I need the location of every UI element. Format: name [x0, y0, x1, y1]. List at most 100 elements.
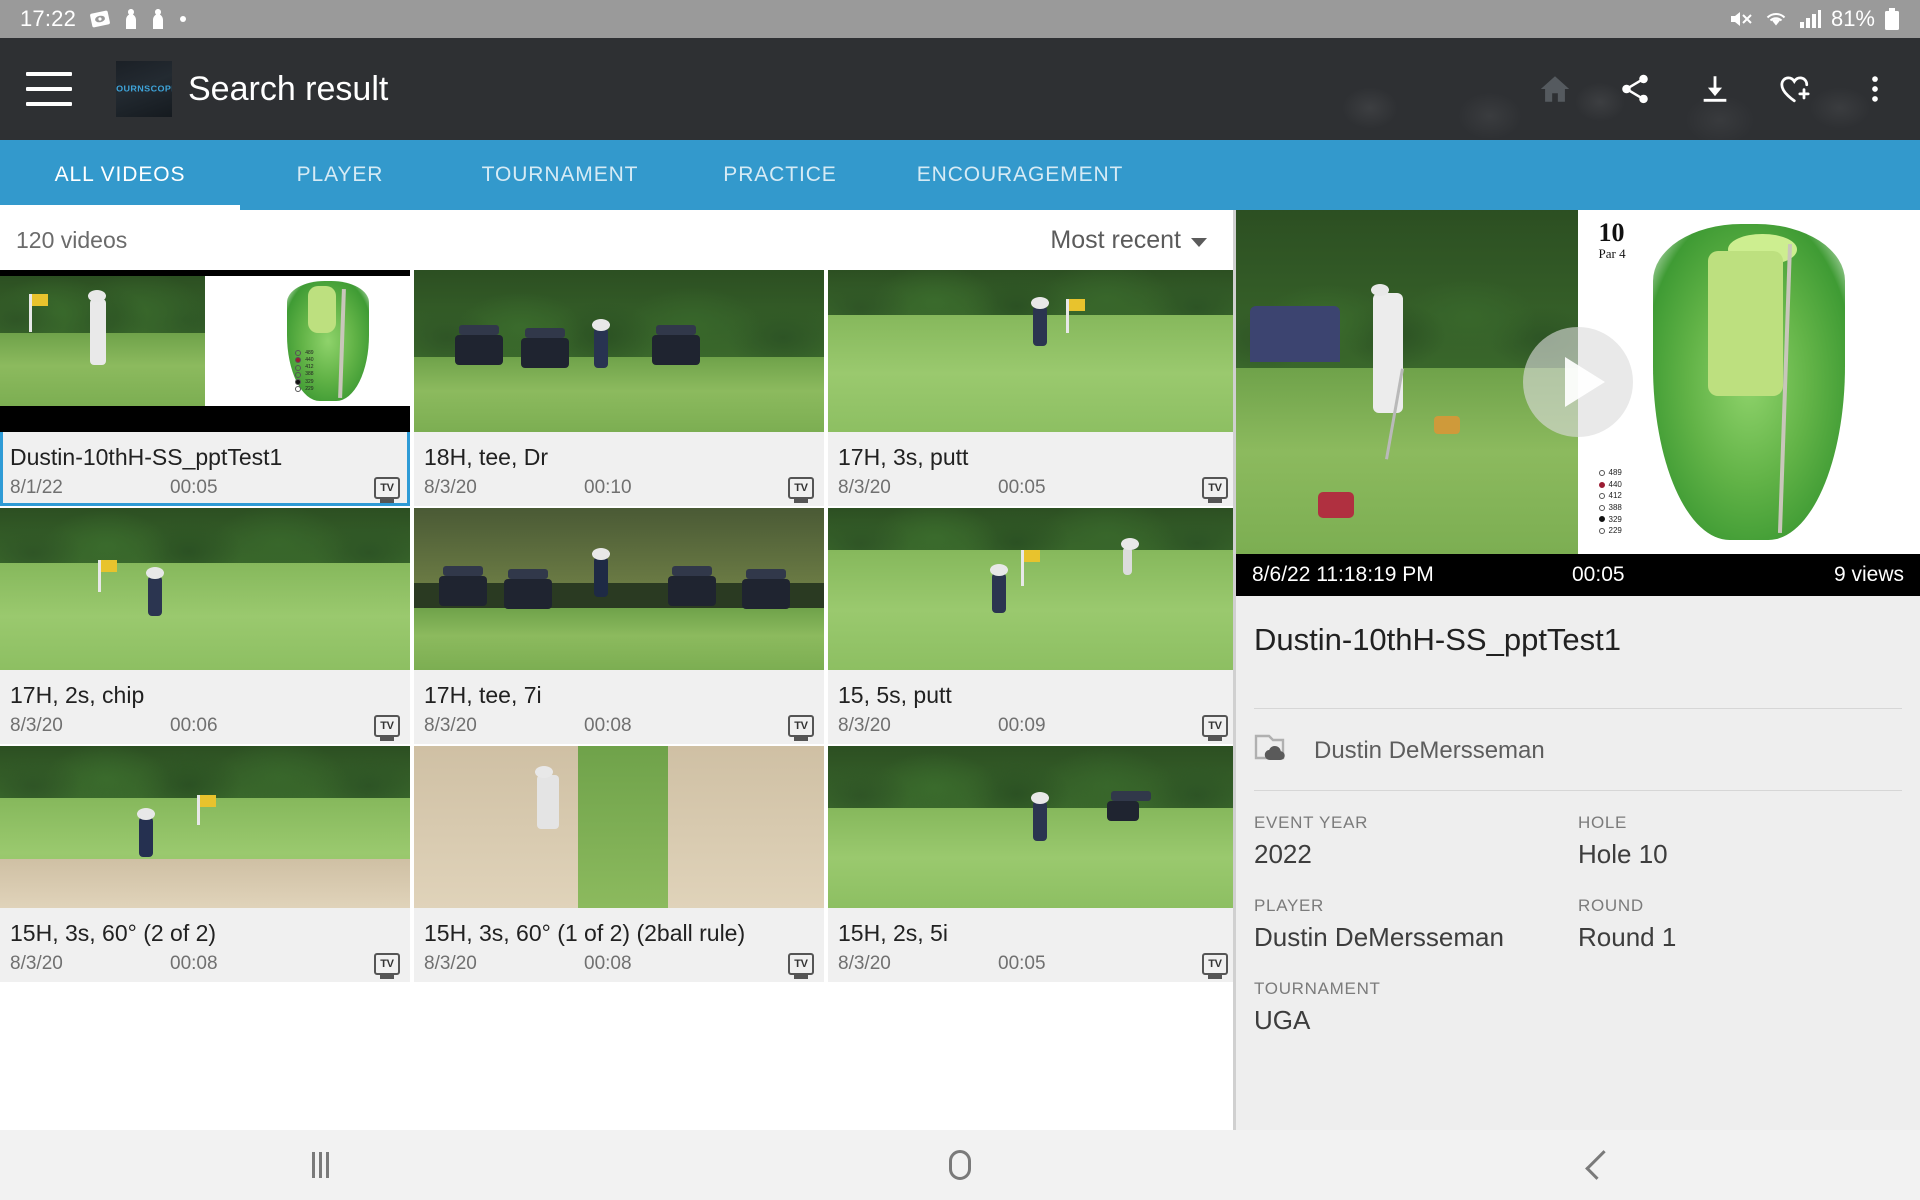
play-triangle-icon	[1565, 357, 1605, 407]
person-icon	[151, 8, 165, 30]
owner-row[interactable]: Dustin DeMersseman	[1254, 709, 1902, 790]
tab-encouragement[interactable]: ENCOURAGEMENT	[880, 140, 1160, 210]
video-date: 8/3/20	[10, 953, 63, 974]
tab-practice[interactable]: PRACTICE	[680, 140, 880, 210]
metadata-value: 2022	[1254, 839, 1312, 869]
metadata-label: EVENT YEAR	[1254, 813, 1369, 832]
overflow-menu-icon[interactable]	[1852, 66, 1898, 112]
owner-name: Dustin DeMersseman	[1314, 736, 1545, 764]
tee-distance: 329	[1608, 514, 1622, 524]
player-info-bar: 8/6/22 11:18:19 PM 00:05 9 views	[1236, 554, 1920, 596]
video-date: 8/3/20	[424, 477, 477, 498]
video-thumbnail[interactable]	[414, 746, 824, 908]
favorite-add-icon[interactable]	[1772, 66, 1818, 112]
video-thumbnail[interactable]	[0, 508, 410, 670]
status-clock: 17:22	[20, 6, 77, 31]
video-date: 8/3/20	[838, 953, 891, 974]
video-thumbnail[interactable]	[414, 270, 824, 432]
video-card[interactable]: 15H, 3s, 60° (2 of 2) 8/3/20 00:08 TV	[0, 746, 410, 982]
video-thumbnail[interactable]: 489 440 412 388 329 229	[0, 270, 410, 432]
metadata-label: HOLE	[1578, 813, 1628, 832]
video-card[interactable]: 489 440 412 388 329 229 Dustin-10thH-SS_ppt…	[0, 270, 410, 506]
screenshot-icon	[89, 9, 111, 29]
video-date: 8/3/20	[424, 953, 477, 974]
back-icon[interactable]	[1540, 1130, 1660, 1200]
video-title: 15H, 3s, 60° (1 of 2) (2ball rule)	[424, 920, 746, 946]
video-duration: 00:06	[170, 715, 218, 736]
video-card[interactable]: 15H, 3s, 60° (1 of 2) (2ball rule) 8/3/2…	[414, 746, 824, 982]
video-detail-pane: 10 Par 4 489 440 412 388 329 229 8/6/22 …	[1236, 210, 1920, 1130]
tv-badge-icon: TV	[788, 477, 814, 499]
share-icon[interactable]	[1612, 66, 1658, 112]
video-card-meta: 15, 5s, putt 8/3/20 00:09 TV	[828, 670, 1233, 744]
video-title: 18H, tee, Dr	[424, 444, 548, 470]
video-date: 8/3/20	[10, 715, 63, 736]
video-date: 8/1/22	[10, 477, 63, 498]
video-card[interactable]: 17H, 2s, chip 8/3/20 00:06 TV	[0, 508, 410, 744]
tab-player[interactable]: PLAYER	[240, 140, 440, 210]
video-thumbnail[interactable]	[0, 746, 410, 908]
video-results-pane: 120 videos Most recent 489 440 412 388 3…	[0, 210, 1233, 1130]
app-root: 17:22 81% OURNSCOP Search result ALL VID…	[0, 0, 1920, 1200]
android-nav-bar	[0, 1130, 1920, 1200]
video-card[interactable]: 17H, 3s, putt 8/3/20 00:05 TV	[828, 270, 1233, 506]
video-thumbnail[interactable]	[828, 270, 1233, 432]
wifi-icon	[1763, 8, 1789, 30]
video-count-label: 120 videos	[16, 226, 128, 253]
video-card-meta: Dustin-10thH-SS_pptTest1 8/1/22 00:05 TV	[0, 432, 410, 506]
metadata-value: UGA	[1254, 1005, 1311, 1035]
video-card[interactable]: 18H, tee, Dr 8/3/20 00:10 TV	[414, 270, 824, 506]
detail-title: Dustin-10thH-SS_pptTest1	[1254, 622, 1622, 657]
tv-badge-icon: TV	[374, 715, 400, 737]
video-thumbnail[interactable]	[414, 508, 824, 670]
thumbnail-photo	[0, 508, 410, 670]
metadata-grid: EVENT YEAR 2022 HOLE Hole 10 PLAYER Dust…	[1254, 791, 1902, 1036]
video-card-meta: 17H, tee, 7i 8/3/20 00:08 TV	[414, 670, 824, 744]
recents-icon[interactable]	[260, 1130, 380, 1200]
video-title: 17H, 2s, chip	[10, 682, 145, 708]
home-icon[interactable]	[900, 1130, 1020, 1200]
player-views: 9 views	[1833, 563, 1904, 586]
metadata-value: Round 1	[1578, 922, 1677, 952]
video-duration: 00:05	[170, 477, 218, 498]
video-card[interactable]: 17H, tee, 7i 8/3/20 00:08 TV	[414, 508, 824, 744]
tab-all-videos[interactable]: ALL VIDEOS	[0, 140, 240, 210]
sort-dropdown[interactable]: Most recent	[1050, 226, 1207, 255]
tv-badge-icon: TV	[374, 477, 400, 499]
signal-icon	[1798, 8, 1822, 30]
tee-distance: 229	[1608, 526, 1622, 536]
metadata-value: Dustin DeMersseman	[1254, 922, 1504, 952]
status-bar-left: 17:22	[20, 6, 188, 32]
folder-cloud-icon	[1254, 731, 1296, 770]
play-button-icon[interactable]	[1523, 327, 1633, 437]
main-content: 120 videos Most recent 489 440 412 388 3…	[0, 210, 1920, 1130]
video-duration: 00:08	[584, 715, 632, 736]
video-thumbnail[interactable]	[828, 508, 1233, 670]
video-card[interactable]: 15H, 2s, 5i 8/3/20 00:05 TV	[828, 746, 1233, 982]
video-player[interactable]: 10 Par 4 489 440 412 388 329 229	[1236, 210, 1920, 554]
download-icon[interactable]	[1692, 66, 1738, 112]
metadata-label: TOURNAMENT	[1254, 979, 1381, 998]
video-card-meta: 17H, 2s, chip 8/3/20 00:06 TV	[0, 670, 410, 744]
battery-icon	[1884, 7, 1900, 31]
metadata-field-event-year: EVENT YEAR 2022	[1254, 813, 1578, 870]
video-duration: 00:08	[170, 953, 218, 974]
dot-icon	[178, 14, 188, 24]
video-title: Dustin-10thH-SS_pptTest1	[10, 444, 283, 470]
thumbnail-photo	[414, 746, 824, 908]
video-grid: 489 440 412 388 329 229 Dustin-10thH-SS_ppt…	[0, 270, 1233, 982]
video-date: 8/3/20	[838, 715, 891, 736]
hamburger-menu-icon[interactable]	[26, 72, 72, 106]
video-title: 15, 5s, putt	[838, 682, 952, 708]
video-card[interactable]: 15, 5s, putt 8/3/20 00:09 TV	[828, 508, 1233, 744]
video-thumbnail[interactable]	[828, 746, 1233, 908]
home-icon[interactable]	[1532, 66, 1578, 112]
video-card-meta: 15H, 3s, 60° (1 of 2) (2ball rule) 8/3/2…	[414, 908, 824, 982]
video-date: 8/3/20	[838, 477, 891, 498]
video-card-meta: 15H, 2s, 5i 8/3/20 00:05 TV	[828, 908, 1233, 982]
chevron-down-icon	[1191, 237, 1207, 247]
tab-tournament[interactable]: TOURNAMENT	[440, 140, 680, 210]
metadata-label: PLAYER	[1254, 896, 1325, 915]
video-title: 17H, tee, 7i	[424, 682, 542, 708]
video-title: 17H, 3s, putt	[838, 444, 969, 470]
